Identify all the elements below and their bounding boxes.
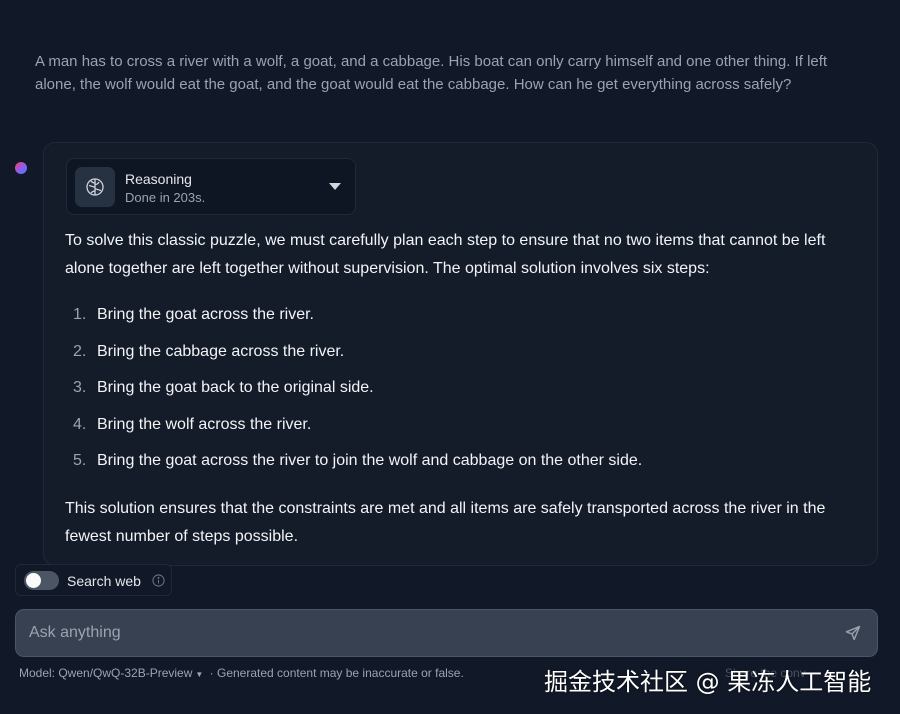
list-item: 4. Bring the wolf across the river. <box>65 411 865 448</box>
answer-outro: This solution ensures that the constrain… <box>65 500 826 545</box>
step-number: 2. <box>73 342 87 360</box>
step-text: Bring the cabbage across the river. <box>97 342 345 360</box>
reasoning-title: Reasoning <box>125 171 192 187</box>
watermark: 掘金技术社区 @ 果冻人工智能 <box>544 668 872 696</box>
step-text: Bring the goat across the river. <box>97 306 314 323</box>
assistant-message: Reasoning Done in 203s. To solve this cl… <box>43 142 878 566</box>
step-text: Bring the wolf across the river. <box>97 415 312 433</box>
list-item: 3. Bring the goat back to the original s… <box>65 374 865 411</box>
disclaimer: Generated content may be inaccurate or f… <box>217 666 464 680</box>
solution-steps: 1. Bring the goat across the river. 2. B… <box>65 301 865 484</box>
answer-intro: To solve this classic puzzle, we must ca… <box>65 232 826 277</box>
chevron-down-icon: ▼ <box>195 670 204 679</box>
step-number: 3. <box>73 379 87 396</box>
user-message: A man has to cross a river with a wolf, … <box>35 53 828 93</box>
reasoning-status: Done in 203s. <box>125 190 206 205</box>
search-web-control: Search web <box>15 564 172 596</box>
list-item: 1. Bring the goat across the river. <box>65 301 865 338</box>
toggle-knob <box>26 573 41 588</box>
message-input[interactable] <box>16 610 816 656</box>
step-number: 4. <box>73 415 87 433</box>
footer-separator: · <box>209 666 214 680</box>
step-number: 5. <box>73 452 87 469</box>
composer <box>15 609 878 657</box>
model-label: Model: Qwen/QwQ-32B-Preview <box>19 666 193 680</box>
assistant-avatar <box>15 162 27 174</box>
brain-icon <box>75 167 115 207</box>
step-text: Bring the goat back to the original side… <box>97 379 374 396</box>
search-web-toggle[interactable] <box>24 571 59 590</box>
reasoning-toggle[interactable]: Reasoning Done in 203s. <box>66 158 356 215</box>
footer: Model: Qwen/QwQ-32B-Preview ▼ · Generated… <box>19 666 464 682</box>
info-icon[interactable] <box>152 574 165 587</box>
list-item: 5. Bring the goat across the river to jo… <box>65 447 865 484</box>
search-web-label: Search web <box>67 573 141 589</box>
step-text: Bring the goat across the river to join … <box>97 452 643 469</box>
step-number: 1. <box>73 306 87 323</box>
caret-down-icon <box>329 183 341 190</box>
send-icon[interactable] <box>845 625 861 641</box>
model-selector[interactable]: Model: Qwen/QwQ-32B-Preview ▼ <box>19 666 206 680</box>
list-item: 2. Bring the cabbage across the river. <box>65 338 865 375</box>
chat-page: A man has to cross a river with a wolf, … <box>0 0 900 714</box>
